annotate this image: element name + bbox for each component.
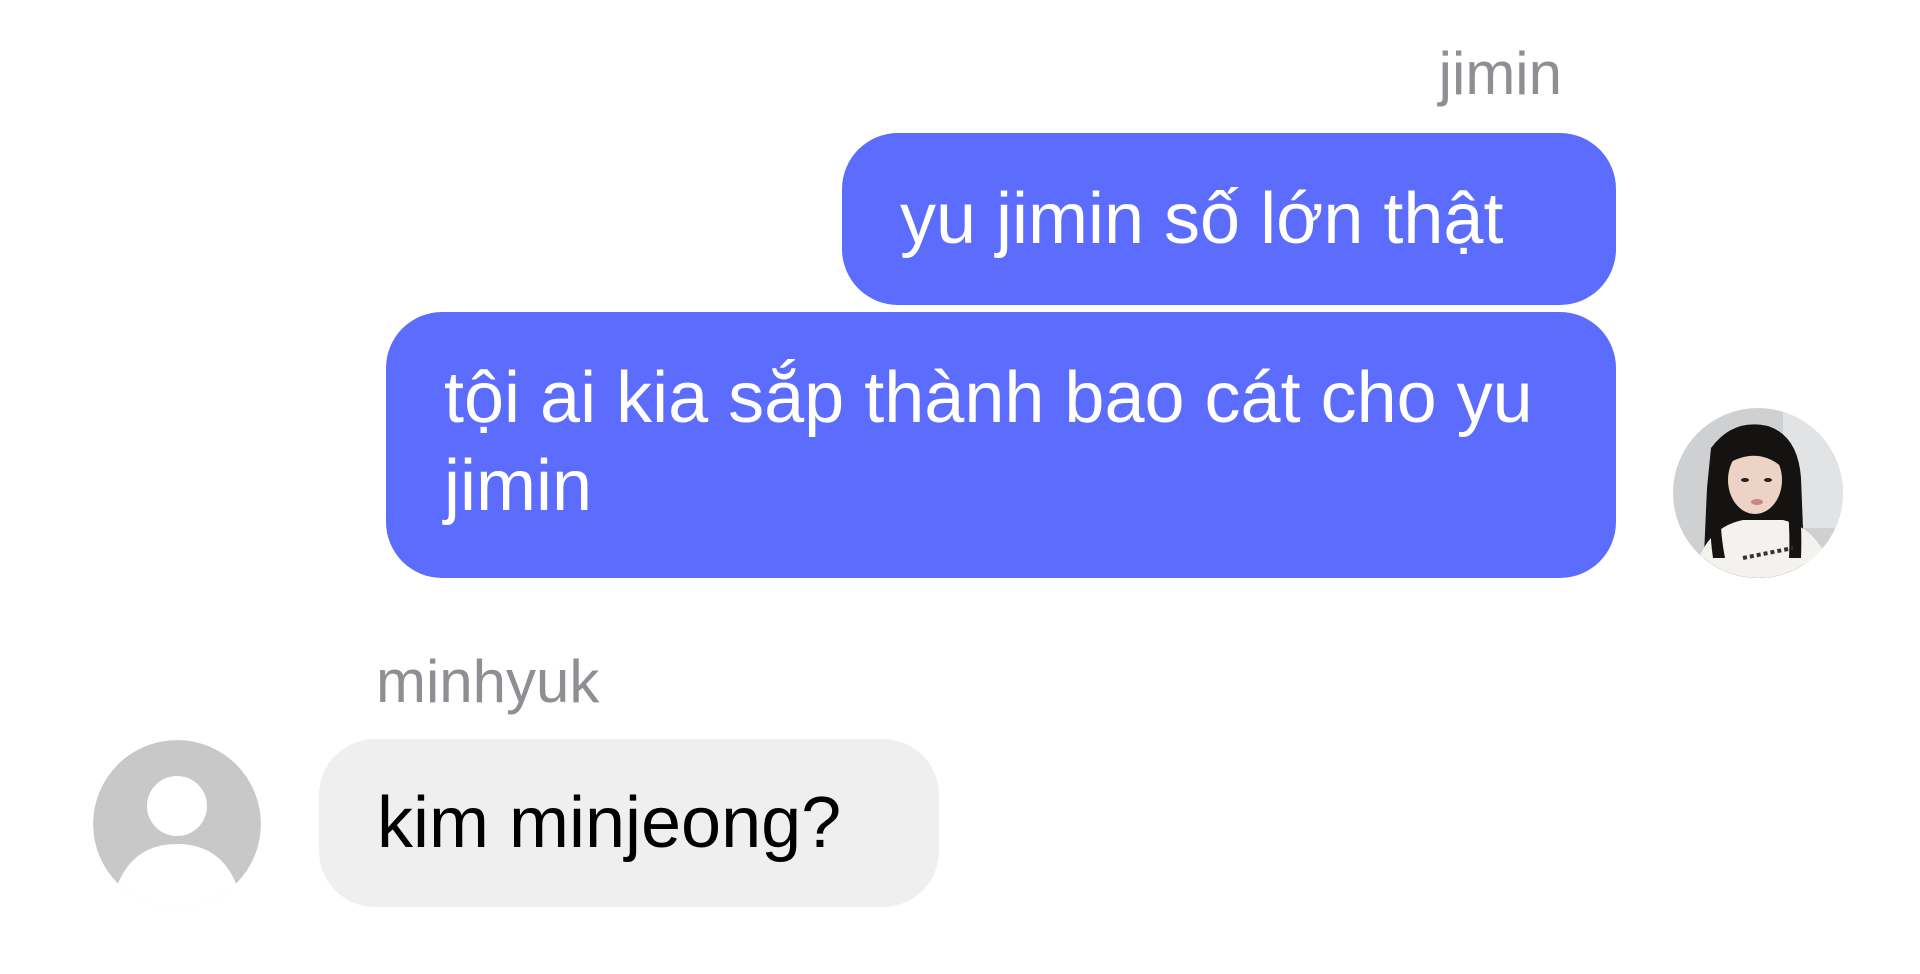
user-avatar-minhyuk[interactable] bbox=[93, 740, 261, 908]
chat-thread: jimin yu jimin số lớn thật tội ai kia sắ… bbox=[0, 0, 1920, 974]
avatar-photo-icon bbox=[1673, 408, 1843, 578]
message-text: kim minjeong? bbox=[377, 783, 842, 863]
message-text: tội ai kia sắp thành bao cát cho yu jimi… bbox=[444, 358, 1533, 526]
sender-name-minhyuk: minhyuk bbox=[376, 648, 600, 715]
message-bubble-incoming[interactable]: kim minjeong? bbox=[319, 739, 939, 907]
message-bubble-outgoing[interactable]: yu jimin số lớn thật bbox=[842, 133, 1616, 305]
message-text: yu jimin số lớn thật bbox=[900, 179, 1504, 259]
default-avatar-icon bbox=[93, 740, 261, 908]
user-avatar-jimin[interactable] bbox=[1673, 408, 1843, 578]
message-bubble-outgoing[interactable]: tội ai kia sắp thành bao cát cho yu jimi… bbox=[386, 312, 1616, 578]
sender-name-jimin: jimin bbox=[1438, 40, 1562, 107]
